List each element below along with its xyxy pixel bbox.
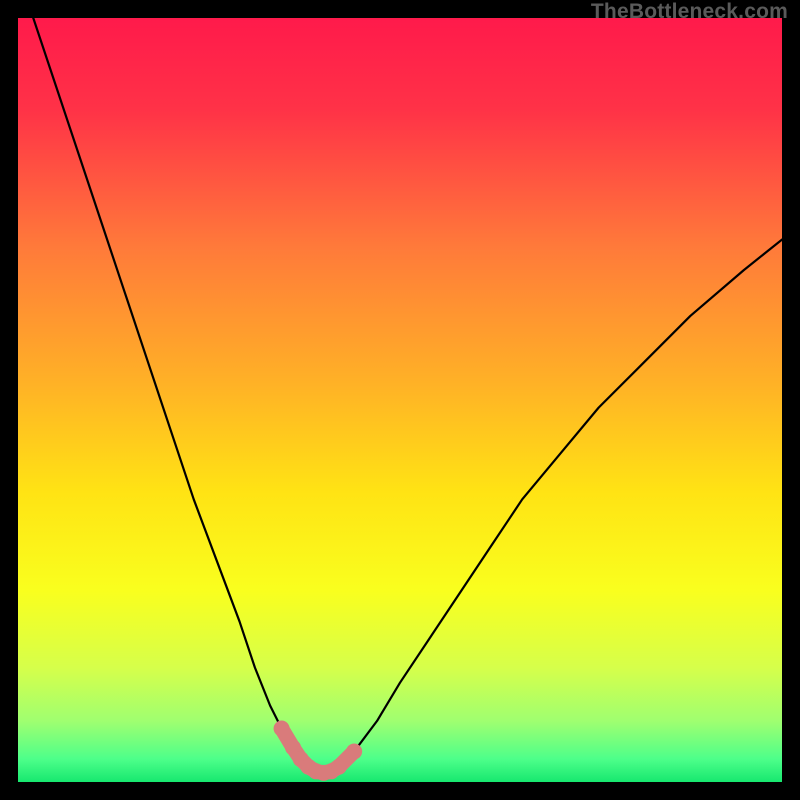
watermark-label: TheBottleneck.com (591, 0, 788, 24)
marker-dot (274, 721, 290, 737)
outer-frame: TheBottleneck.com (0, 0, 800, 800)
marker-dot (331, 759, 347, 775)
chart-svg (18, 18, 782, 782)
bottleneck-markers (274, 721, 363, 781)
bottleneck-curve (33, 18, 782, 773)
plot-area (18, 18, 782, 782)
marker-dot (346, 743, 362, 759)
